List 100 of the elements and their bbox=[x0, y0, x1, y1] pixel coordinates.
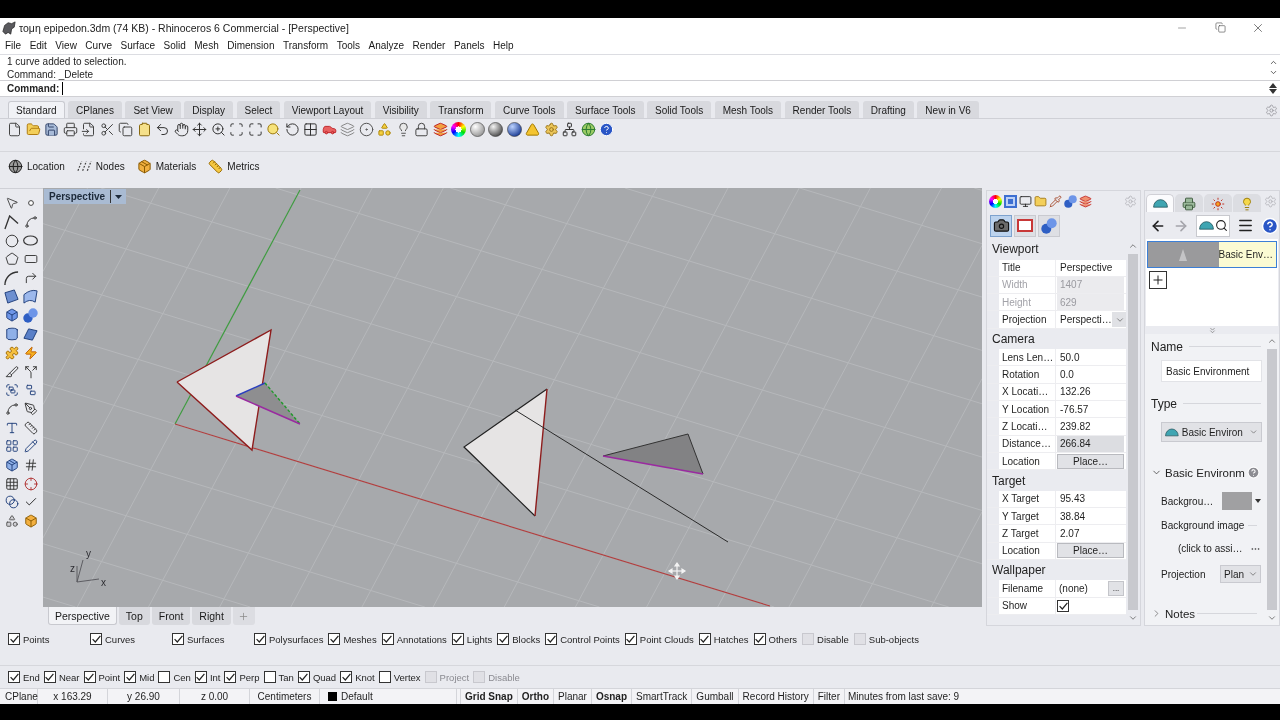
checkbox[interactable] bbox=[297, 671, 310, 683]
viewport-tab[interactable]: Top bbox=[118, 607, 150, 625]
type-dropdown[interactable]: Basic Environ bbox=[1161, 422, 1262, 442]
toolbar-tab[interactable]: Transform bbox=[430, 101, 492, 118]
viewport-tab[interactable]: Right bbox=[192, 607, 231, 625]
menu-item[interactable]: Transform bbox=[282, 40, 329, 51]
printer-icon[interactable] bbox=[62, 121, 78, 137]
image-link[interactable]: (click to assi… bbox=[1178, 543, 1243, 554]
panel-button[interactable]: Location bbox=[8, 158, 65, 174]
checkbox[interactable] bbox=[43, 671, 56, 683]
checkbox[interactable] bbox=[753, 633, 766, 645]
checkbox[interactable] bbox=[158, 671, 171, 683]
network-icon[interactable] bbox=[562, 121, 577, 137]
search-toggle-button[interactable] bbox=[1196, 214, 1230, 237]
panel-button[interactable]: Metrics bbox=[208, 158, 260, 174]
scrollbar-thumb[interactable] bbox=[1128, 254, 1138, 610]
menu-item[interactable]: Help bbox=[493, 40, 514, 51]
toolbar-tab[interactable]: Viewport Layout bbox=[283, 101, 372, 118]
checkbox[interactable] bbox=[497, 633, 510, 645]
cut-section-surface[interactable] bbox=[602, 433, 704, 475]
new-file-icon[interactable] bbox=[7, 121, 22, 137]
checkbox[interactable] bbox=[545, 633, 558, 645]
menu-icon[interactable] bbox=[1237, 217, 1254, 234]
color-wheel-icon[interactable] bbox=[451, 121, 466, 137]
triangle-surface[interactable] bbox=[175, 328, 272, 452]
viewport-tab[interactable]: Front bbox=[151, 607, 191, 625]
toolbar-tab[interactable]: Drafting bbox=[862, 101, 914, 118]
checkbox[interactable] bbox=[381, 633, 394, 645]
spline-icon[interactable] bbox=[4, 401, 19, 416]
box-icon[interactable] bbox=[4, 308, 19, 323]
checkbox[interactable] bbox=[90, 633, 102, 645]
menu-item[interactable]: Analyze bbox=[368, 40, 405, 51]
section-toggle[interactable]: Basic Environm bbox=[1151, 466, 1245, 479]
scrollbar-thumb[interactable] bbox=[1267, 349, 1277, 610]
spin-up-icon[interactable] bbox=[1269, 83, 1277, 88]
place-button[interactable]: Place… bbox=[1057, 453, 1124, 469]
polyline-icon[interactable] bbox=[4, 214, 19, 230]
menu-item[interactable]: Curve bbox=[85, 40, 113, 51]
circle-dot-icon[interactable] bbox=[358, 121, 374, 137]
name-field[interactable]: Basic Environment bbox=[1161, 360, 1262, 382]
pencil-icon[interactable] bbox=[23, 439, 38, 454]
help-icon[interactable] bbox=[599, 121, 614, 137]
panel-tab[interactable] bbox=[1146, 194, 1174, 212]
spheres-icon[interactable] bbox=[1064, 195, 1077, 208]
spin-down-icon[interactable] bbox=[1269, 89, 1277, 94]
color-picker[interactable] bbox=[1222, 492, 1261, 510]
layer-stack-icon[interactable] bbox=[432, 121, 448, 137]
checkbox[interactable] bbox=[224, 671, 237, 683]
toolbar-tab[interactable]: Render Tools bbox=[784, 101, 860, 118]
environment-item[interactable]: Basic Env… bbox=[1147, 241, 1277, 268]
viewport-tab[interactable]: Perspective bbox=[48, 607, 117, 625]
page-tab[interactable] bbox=[990, 214, 1012, 237]
circle-icon[interactable] bbox=[4, 233, 19, 248]
checkbox[interactable] bbox=[624, 633, 637, 645]
toolbar-tab[interactable]: Curve Tools bbox=[494, 101, 564, 118]
menu-item[interactable]: Panels bbox=[453, 40, 485, 51]
move-icon[interactable] bbox=[192, 121, 207, 137]
ruler-icon[interactable] bbox=[23, 420, 38, 435]
lock-icon[interactable] bbox=[414, 121, 429, 137]
toolbar-tab[interactable]: Mesh Tools bbox=[714, 101, 782, 118]
checkbox[interactable] bbox=[698, 633, 711, 645]
glossy-sphere-icon[interactable] bbox=[506, 121, 522, 137]
toolbar-tab[interactable]: Select bbox=[236, 101, 281, 118]
add-button[interactable] bbox=[1149, 271, 1167, 289]
checkbox[interactable] bbox=[124, 671, 137, 683]
zoom-in-icon[interactable] bbox=[210, 121, 226, 137]
section-toggle[interactable]: Notes bbox=[1151, 607, 1196, 620]
surface-icon[interactable] bbox=[4, 289, 19, 305]
arc-icon[interactable] bbox=[4, 270, 19, 286]
dropdown[interactable]: Perspecti… bbox=[1057, 311, 1124, 328]
menu-item[interactable]: View bbox=[55, 40, 77, 51]
place-button[interactable]: Place… bbox=[1057, 543, 1124, 559]
import-file-icon[interactable] bbox=[81, 121, 96, 137]
split-arrow-icon[interactable] bbox=[23, 364, 38, 379]
layers-icon[interactable] bbox=[1079, 195, 1092, 208]
toolbar-tab[interactable]: Visibility bbox=[374, 101, 427, 118]
copy-icon[interactable] bbox=[118, 121, 133, 137]
group-icon[interactable] bbox=[4, 383, 19, 398]
viewport-canvas[interactable]: Perspective y z x bbox=[43, 188, 982, 607]
turn-arrow-icon[interactable] bbox=[23, 271, 38, 286]
pen-icon[interactable] bbox=[23, 401, 38, 416]
scroll-down-icon[interactable] bbox=[1268, 68, 1278, 77]
checkbox[interactable] bbox=[378, 671, 391, 683]
menu-item[interactable]: Dimension bbox=[227, 40, 275, 51]
menu-item[interactable]: Tools bbox=[336, 40, 361, 51]
browse-button[interactable]: ... bbox=[1108, 581, 1124, 597]
tiles-icon[interactable] bbox=[4, 439, 19, 454]
curved-surface-icon[interactable] bbox=[23, 289, 38, 305]
color-wheel-icon[interactable] bbox=[989, 195, 1002, 208]
crosshair-icon[interactable] bbox=[23, 476, 38, 491]
toolbar-tab[interactable]: Set View bbox=[125, 101, 181, 118]
monitor-icon[interactable] bbox=[1019, 195, 1032, 208]
grid-icon[interactable] bbox=[4, 476, 19, 491]
pipette-icon[interactable] bbox=[1049, 195, 1062, 208]
menu-item[interactable]: Mesh bbox=[194, 40, 219, 51]
menu-item[interactable]: Solid bbox=[163, 40, 186, 51]
hand-icon[interactable] bbox=[173, 121, 189, 137]
undo-icon[interactable] bbox=[155, 121, 170, 137]
shapes-icon[interactable] bbox=[4, 514, 19, 529]
scissors-icon[interactable] bbox=[99, 121, 115, 137]
